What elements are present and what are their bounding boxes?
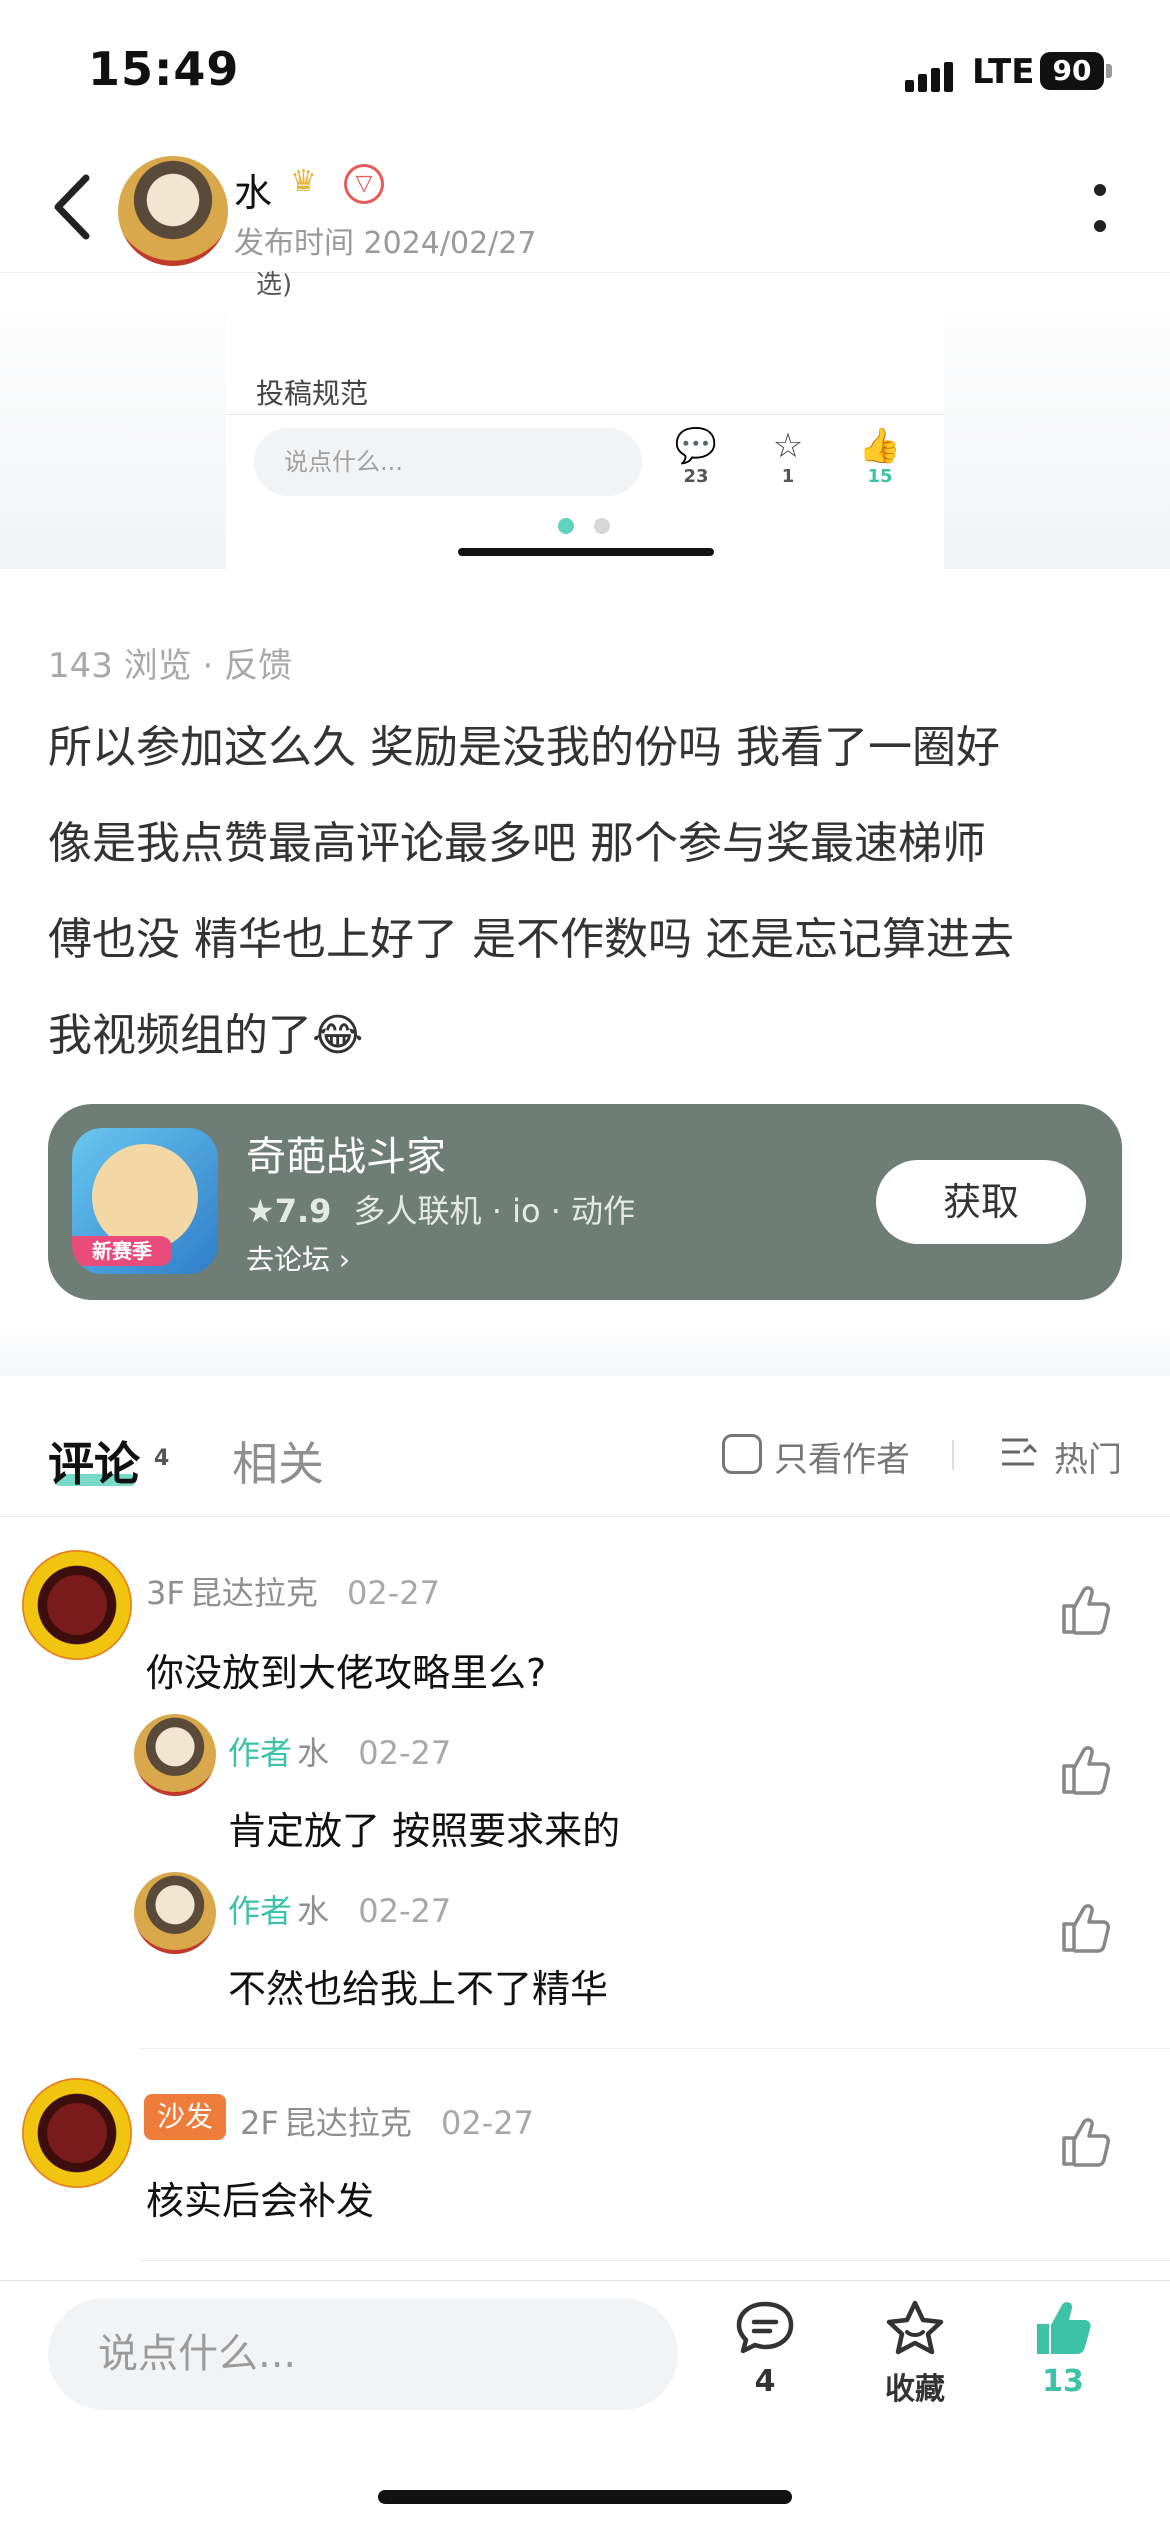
reply-avatar[interactable] [134,1714,216,1796]
comment-date: 02-27 [440,2104,534,2142]
post-image-favorite: ☆ 1 [758,426,818,487]
game-rating: ★7.9 [246,1192,332,1230]
like-button[interactable]: 13 [1008,2298,1118,2399]
post-line: 傅也没 精华也上好了 是不作数吗 还是忘记算进去 [48,914,1014,965]
game-name[interactable]: 奇葩战斗家 [246,1124,446,1182]
battery-level: 90 [1040,52,1104,90]
favorite-button[interactable]: 收藏 [860,2298,970,2408]
post-line: 我视频组的了😂 [48,1010,364,1061]
reply-avatar[interactable] [134,1872,216,1954]
reply-header: 作者 水 02-27 [228,1886,451,1932]
comment-text[interactable]: 核实后会补发 [146,2170,374,2225]
cellular-signal-icon [905,58,965,92]
comment-floor: 2F [240,2104,279,2142]
post-image-clipped-text: 选) [256,270,293,300]
comments-count: 4 [754,2364,776,2399]
post-image-home-indicator [458,548,714,556]
reply-user[interactable]: 水 [297,1892,329,1930]
sort-icon[interactable] [998,1432,1038,1472]
status-time: 15:49 [88,42,240,96]
post-image-comment: 💬 23 [666,426,726,487]
tab-comments[interactable]: 评论 [48,1428,140,1494]
crown-badge-icon: ♛ [290,164,317,199]
reply-header: 作者 水 02-27 [228,1728,451,1774]
section-divider [0,1322,1170,1376]
author-tag: 作者 [228,1734,293,1772]
reply-date: 02-27 [358,1734,452,1772]
tabs-divider [0,1516,1170,1517]
thumbs-up-icon[interactable] [1056,2112,1114,2170]
chevron-right-icon: › [338,1243,351,1276]
like-count: 13 [1042,2364,1084,2399]
comment-header: 3F 昆达拉克 02-27 [146,1568,440,1614]
carousel-dot-active[interactable] [558,518,574,534]
carousel-dot[interactable] [594,518,610,534]
reply-user[interactable]: 水 [297,1734,329,1772]
publish-time: 发布时间 2024/02/27 [234,226,537,261]
level-badge-icon: ▽ [344,164,384,204]
back-arrow-icon[interactable] [48,172,98,242]
comment-icon [736,2301,794,2354]
sort-divider [952,1440,954,1470]
thumbs-up-icon[interactable] [1056,1580,1114,1638]
home-indicator[interactable] [378,2490,792,2504]
reply-text[interactable]: 肯定放了 按照要求来的 [228,1800,620,1855]
post-line: 所以参加这么久 奖励是没我的份吗 我看了一圈好 [48,722,1000,773]
post-image[interactable] [226,273,944,569]
star-icon: ☆ [772,426,804,466]
comment-text[interactable]: 你没放到大佬攻略里么? [146,1642,546,1697]
tab-related[interactable]: 相关 [232,1428,324,1494]
comment-header: 2F 昆达拉克 02-27 [240,2098,534,2144]
commenter-name[interactable]: 昆达拉克 [190,1574,318,1612]
battery-icon [1106,64,1112,78]
post-image-like: 👍 15 [850,426,910,487]
comment-divider [140,2260,1170,2261]
thumbs-up-icon: 👍 [858,426,902,466]
only-author-checkbox[interactable] [722,1434,762,1474]
star-icon [886,2300,944,2355]
comment-floor: 3F [146,1574,185,1612]
game-meta: ★7.9 多人联机 · io · 动作 [246,1186,635,1232]
comment-divider [140,2048,1170,2049]
tab-comments-count: 4 [154,1446,170,1471]
forum-link[interactable]: 去论坛 › [246,1238,350,1278]
network-type: LTE [972,52,1035,92]
sort-label[interactable]: 热门 [1054,1432,1122,1481]
comment-date: 02-27 [346,1574,440,1612]
reply-date: 02-27 [358,1892,452,1930]
comments-button[interactable]: 4 [710,2298,820,2399]
game-categories: 多人联机 · io · 动作 [353,1192,636,1230]
post-meta: 143 浏览 · 反馈 [48,646,293,686]
commenter-avatar[interactable] [22,2078,132,2188]
favorite-label: 收藏 [885,2372,945,2407]
game-icon[interactable]: 新赛季 [72,1128,218,1274]
post-image-rule-label: 投稿规范 [256,377,369,410]
author-tag: 作者 [228,1892,293,1930]
game-tag: 新赛季 [72,1236,172,1266]
author-name[interactable]: 水 [234,162,272,217]
comment-input[interactable]: 说点什么... [48,2298,678,2410]
post-image-divider [226,414,944,415]
get-button[interactable]: 获取 [876,1160,1086,1244]
reply-text[interactable]: 不然也给我上不了精华 [228,1958,608,2013]
thumbs-up-icon[interactable] [1056,1740,1114,1798]
thumbs-up-icon [1037,2302,1091,2354]
post-body: 所以参加这么久 奖励是没我的份吗 我看了一圈好 像是我点赞最高评论最多吧 那个参… [48,700,1128,1084]
thumbs-up-icon[interactable] [1056,1898,1114,1956]
commenter-name[interactable]: 昆达拉克 [284,2104,412,2142]
post-image-input: 说点什么... [254,428,642,496]
more-options-icon[interactable] [1090,178,1110,238]
author-avatar[interactable] [118,156,228,266]
sofa-badge: 沙发 [144,2094,226,2140]
only-author-label[interactable]: 只看作者 [774,1432,910,1481]
comment-icon: 💬 [674,426,718,466]
post-line: 像是我点赞最高评论最多吧 那个参与奖最速梯师 [48,818,986,869]
commenter-avatar[interactable] [22,1550,132,1660]
game-character-icon [92,1144,198,1250]
